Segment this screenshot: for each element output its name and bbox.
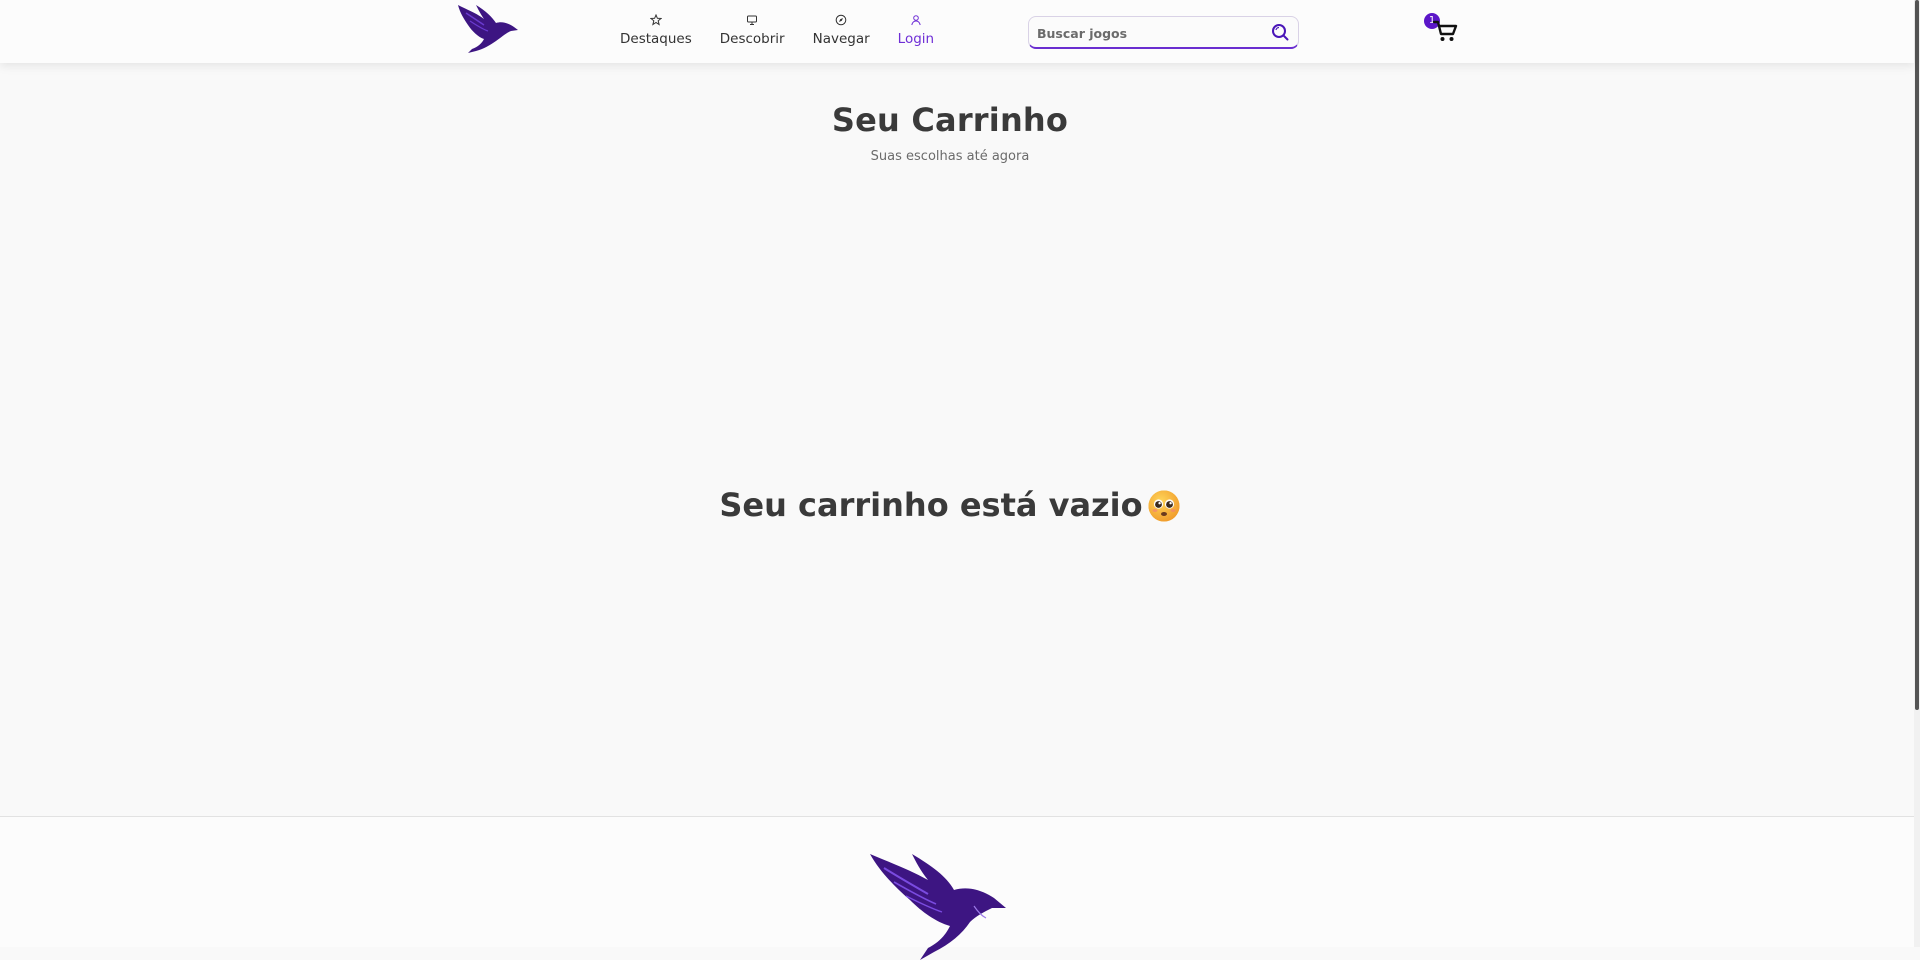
- nav-login[interactable]: Login: [898, 14, 934, 47]
- search-icon[interactable]: [1270, 22, 1290, 42]
- user-icon: [911, 15, 921, 26]
- monitor-icon: [747, 15, 758, 25]
- site-footer: [0, 816, 1914, 960]
- search-input[interactable]: [1035, 23, 1255, 43]
- nav-descobrir-label: Descobrir: [719, 31, 785, 47]
- search-box: [1028, 16, 1299, 49]
- eagle-logo[interactable]: [456, 3, 520, 55]
- eagle-logo[interactable]: [866, 850, 1016, 960]
- nav-destaques[interactable]: Destaques: [620, 14, 692, 47]
- scrollbar-thumb[interactable]: [1915, 0, 1919, 710]
- nav-destaques-label: Destaques: [620, 31, 692, 47]
- empty-cart-message: Seu carrinho está vazio: [719, 486, 1143, 524]
- main-nav: Destaques Descobrir Navegar Login: [620, 14, 962, 47]
- page-subtitle: Suas escolhas até agora: [870, 149, 1030, 164]
- page-title: Seu Carrinho: [831, 101, 1069, 139]
- nav-login-label: Login: [897, 31, 935, 47]
- compass-icon: [835, 14, 847, 26]
- nav-navegar-label: Navegar: [812, 31, 870, 47]
- star-icon: [649, 14, 662, 26]
- cart-icon[interactable]: [1432, 18, 1458, 44]
- page-scrollbar[interactable]: [1914, 0, 1920, 947]
- nav-navegar[interactable]: Navegar: [813, 14, 870, 47]
- nav-descobrir[interactable]: Descobrir: [720, 14, 785, 47]
- pleading-face-icon: [1148, 490, 1180, 522]
- empty-cart-state: Seu carrinho está vazio: [0, 486, 1900, 524]
- site-header: Destaques Descobrir Navegar Login Buscar…: [0, 0, 1914, 63]
